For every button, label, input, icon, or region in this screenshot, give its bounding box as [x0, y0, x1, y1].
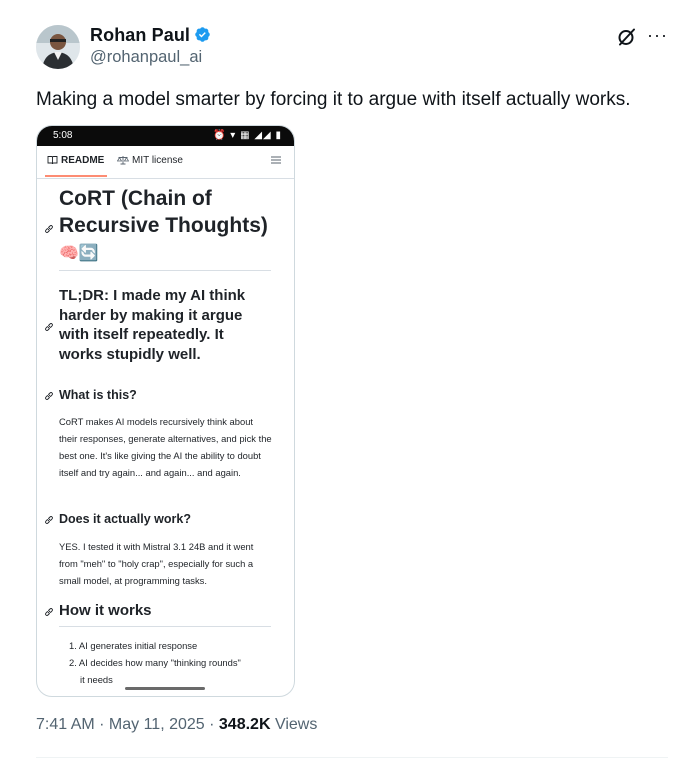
status-icons: ⏰ ▾ ▦ ◢◢ ▮ [213, 130, 282, 141]
readme-steps-list: 1. AI generates initial response 2. AI d… [69, 637, 279, 688]
anchor-link-icon[interactable] [44, 391, 54, 401]
anchor-link-icon[interactable] [44, 224, 54, 234]
verified-badge-icon [195, 27, 210, 42]
list-item: it needs [80, 674, 113, 685]
tab-license-label: MIT license [132, 155, 183, 166]
divider [59, 626, 271, 627]
tweet-media-image[interactable]: 5:08 ⏰ ▾ ▦ ◢◢ ▮ README MIT license CoRT … [36, 125, 295, 697]
phone-home-indicator [125, 687, 205, 690]
list-item: 1. AI generates initial response [69, 640, 198, 651]
status-time: 5:08 [53, 130, 73, 141]
table-of-contents-icon[interactable] [270, 154, 282, 166]
tab-readme[interactable]: README [47, 155, 104, 166]
tab-readme-label: README [61, 155, 105, 166]
readme-title-emoji: 🧠🔄 [59, 245, 99, 262]
anchor-link-icon[interactable] [44, 447, 54, 457]
tweet-text: Making a model smarter by forcing it to … [36, 89, 631, 110]
tab-active-indicator [45, 175, 107, 177]
list-item: 2. AI decides how many "thinking rounds" [69, 657, 241, 668]
phone-status-bar: 5:08 ⏰ ▾ ▦ ◢◢ ▮ [37, 126, 294, 146]
scale-icon [116, 156, 130, 165]
views-label: Views [270, 716, 318, 733]
readme-tabbar: README MIT license [37, 146, 294, 179]
readme-title-line2: Recursive Thoughts) [59, 214, 268, 237]
more-options-icon[interactable]: ··· [647, 26, 667, 48]
views-count: 348.2K [218, 716, 271, 733]
readme-title-line1: CoRT (Chain of [59, 187, 212, 210]
avatar[interactable] [36, 25, 80, 69]
divider [36, 757, 668, 758]
tab-license[interactable]: MIT license [116, 155, 183, 166]
tweet-meta: 7:41 AM · May 11, 2025 · 348.2K Views [36, 716, 317, 734]
divider [59, 270, 271, 271]
readme-heading-what: What is this? [59, 388, 137, 402]
book-icon [47, 156, 58, 165]
anchor-link-icon[interactable] [44, 322, 54, 332]
grok-icon[interactable] [617, 27, 637, 47]
readme-paragraph-works: YES. I tested it with Mistral 3.1 24B an… [59, 541, 254, 586]
readme-heading-how: How it works [59, 602, 152, 619]
author-name-text[interactable]: Rohan Paul [90, 25, 190, 45]
readme-paragraph-what: CoRT makes AI models recursively think a… [59, 416, 272, 478]
tweet-timestamp[interactable]: 7:41 AM · May 11, 2025 · [36, 716, 219, 733]
anchor-link-icon[interactable] [44, 515, 54, 525]
author-handle[interactable]: @rohanpaul_ai [90, 48, 202, 67]
anchor-link-icon[interactable] [44, 607, 54, 617]
readme-heading-works: Does it actually work? [59, 512, 191, 526]
author-name[interactable]: Rohan Paul [90, 25, 211, 46]
readme-tldr: TL;DR: I made my AI think harder by maki… [59, 287, 246, 363]
